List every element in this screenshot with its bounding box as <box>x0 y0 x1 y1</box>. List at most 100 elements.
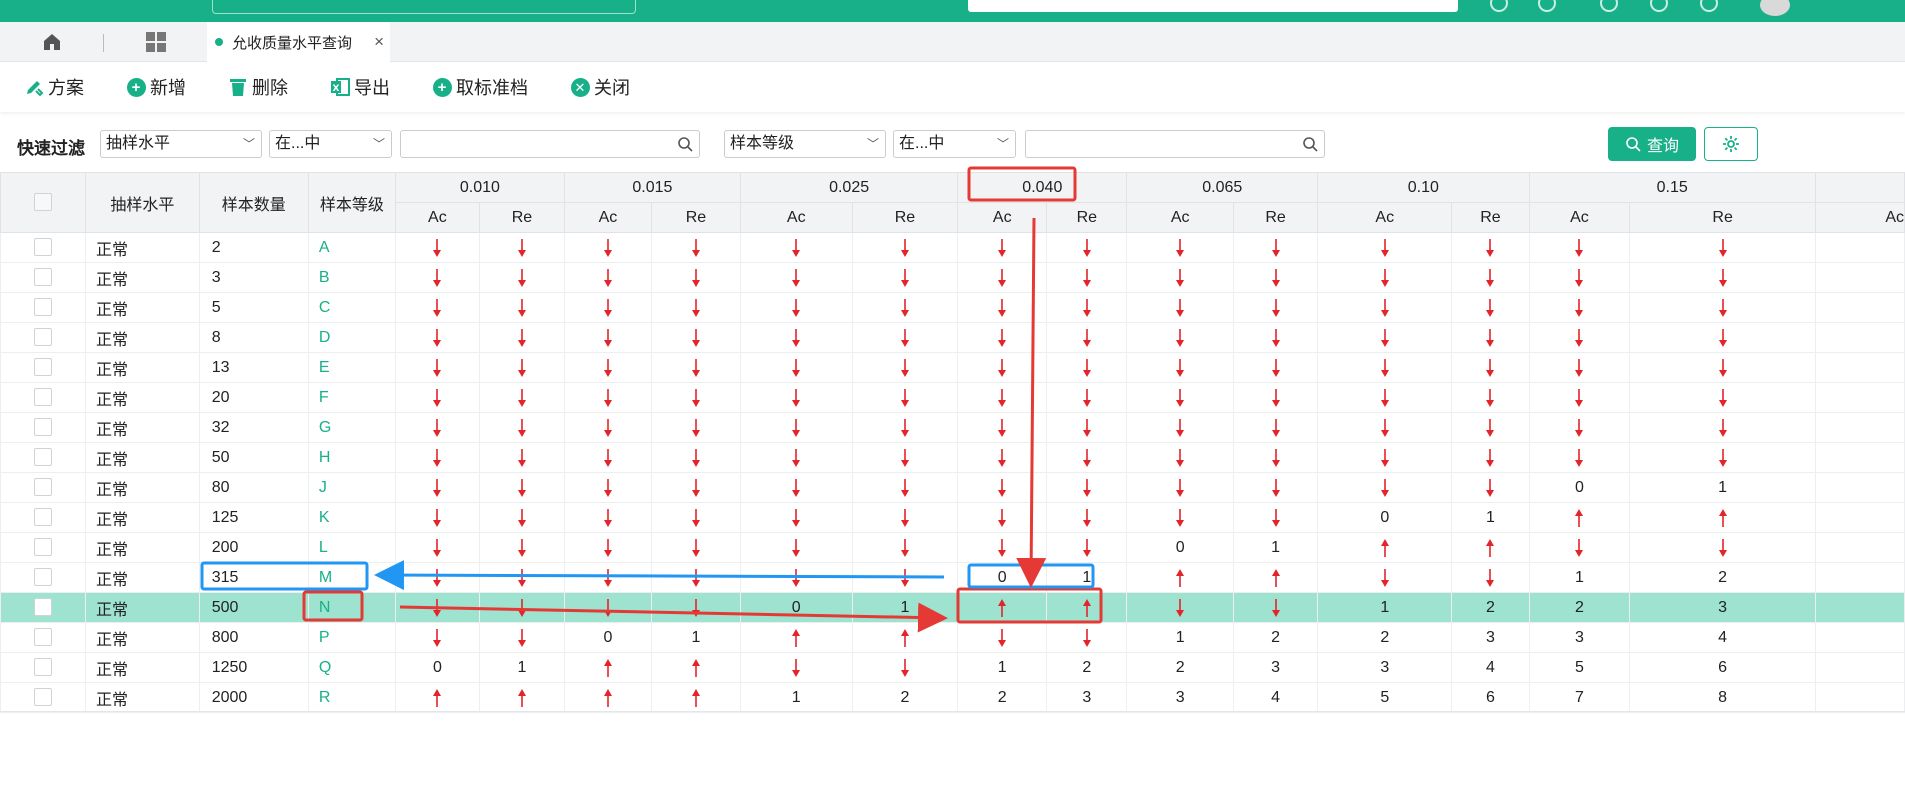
row-checkbox[interactable] <box>34 358 52 377</box>
close-button[interactable]: ✕ 关闭 <box>570 74 630 100</box>
header-sample-code[interactable]: 样本等级 <box>307 172 396 233</box>
header-aql-0.010[interactable]: 0.010 <box>394 172 565 203</box>
header-title-box[interactable] <box>212 0 636 14</box>
header-ac[interactable]: Ac <box>394 202 480 233</box>
table-row[interactable]: 正常 315 M 0 1 1 2 <box>0 562 1905 593</box>
cell-sample-code[interactable]: Q <box>307 652 396 683</box>
header-ac[interactable]: Ac <box>957 202 1048 233</box>
header-aql-0.10[interactable]: 0.10 <box>1317 172 1530 203</box>
row-checkbox[interactable] <box>34 328 52 347</box>
cell-sample-code[interactable]: D <box>307 322 396 353</box>
row-checkbox[interactable] <box>34 268 52 287</box>
cell-sample-code[interactable]: P <box>307 622 396 653</box>
header-icon[interactable] <box>1538 0 1556 12</box>
tab-apps[interactable] <box>106 22 206 62</box>
header-re[interactable]: Re <box>1451 202 1530 233</box>
row-checkbox[interactable] <box>34 658 52 677</box>
table-row[interactable]: 正常 125 K 0 1 <box>0 502 1905 533</box>
close-tab-icon[interactable]: × <box>374 32 384 52</box>
header-aql-0.015[interactable]: 0.015 <box>563 172 741 203</box>
header-ac[interactable]: Ac <box>1528 202 1631 233</box>
table-row[interactable]: 正常 3 B <box>0 262 1905 293</box>
delete-button[interactable]: 删除 <box>228 74 288 100</box>
header-sampling-level[interactable]: 抽样水平 <box>85 172 200 233</box>
cell-sample-code[interactable]: A <box>307 232 396 263</box>
plan-button[interactable]: 方案 <box>24 74 84 100</box>
table-row[interactable]: 正常 80 J 0 1 <box>0 472 1905 503</box>
export-button[interactable]: X 导出 <box>330 74 390 100</box>
header-ac[interactable]: Ac <box>563 202 652 233</box>
arrow-down-icon <box>517 328 526 347</box>
table-row[interactable]: 正常 5 C <box>0 292 1905 323</box>
header-icon[interactable] <box>1600 0 1618 12</box>
cell-sample-code[interactable]: H <box>307 442 396 473</box>
row-checkbox[interactable] <box>34 448 52 467</box>
header-re[interactable]: Re <box>851 202 959 233</box>
header-re[interactable]: Re <box>1629 202 1816 233</box>
row-checkbox[interactable] <box>34 568 52 587</box>
query-button[interactable]: 查询 <box>1608 127 1696 161</box>
row-checkbox[interactable] <box>34 238 52 257</box>
cell-sample-code[interactable]: E <box>307 352 396 383</box>
filter-field-select-1[interactable]: 抽样水平 ﹀ <box>100 130 262 158</box>
table-row[interactable]: 正常 800 P 0 1 1 2 2 3 3 4 <box>0 622 1905 653</box>
tab-aql-query[interactable]: 允收质量水平查询 × <box>207 22 390 62</box>
row-checkbox[interactable] <box>34 388 52 407</box>
header-re[interactable]: Re <box>1233 202 1319 233</box>
filter-operator-select-2[interactable]: 在...中 ﹀ <box>893 130 1016 158</box>
row-checkbox[interactable] <box>34 478 52 497</box>
header-aql-0.15[interactable]: 0.15 <box>1528 172 1816 203</box>
table-row[interactable]: 正常 1250 Q 0 1 1 2 2 3 3 4 5 6 <box>0 652 1905 683</box>
header-icon[interactable] <box>1700 0 1718 12</box>
header-re[interactable]: Re <box>1046 202 1128 233</box>
cell-sample-code[interactable]: R <box>307 682 396 713</box>
filter-operator-select-1[interactable]: 在...中 ﹀ <box>269 130 392 158</box>
cell-sample-code[interactable]: M <box>307 562 396 593</box>
global-search-input[interactable] <box>968 0 1458 12</box>
row-checkbox[interactable] <box>34 418 52 437</box>
tab-home[interactable] <box>0 22 103 62</box>
table-row[interactable]: 正常 2 A <box>0 232 1905 263</box>
table-row[interactable]: 正常 50 H <box>0 442 1905 473</box>
row-checkbox[interactable] <box>34 298 52 317</box>
cell-sample-code[interactable]: F <box>307 382 396 413</box>
header-ac[interactable]: Ac <box>1126 202 1235 233</box>
header-icon[interactable] <box>1490 0 1508 12</box>
header-aql-0.040[interactable]: 0.040 <box>957 172 1128 203</box>
cell-sample-code[interactable]: G <box>307 412 396 443</box>
cell-sample-code[interactable]: N <box>307 592 396 623</box>
cell-sample-code[interactable]: B <box>307 262 396 293</box>
cell-sample-code[interactable]: L <box>307 532 396 563</box>
settings-button[interactable] <box>1704 127 1758 161</box>
cell-sample-code[interactable]: C <box>307 292 396 323</box>
header-re[interactable]: Re <box>650 202 741 233</box>
avatar[interactable] <box>1760 0 1790 16</box>
table-row[interactable]: 正常 2000 R 1 2 2 3 3 4 5 6 7 8 <box>0 682 1905 713</box>
cancel-archive-button[interactable]: + 取标准档 <box>432 74 528 100</box>
table-row[interactable]: 正常 20 F <box>0 382 1905 413</box>
header-sample-count[interactable]: 样本数量 <box>198 172 309 233</box>
table-row[interactable]: 正常 8 D <box>0 322 1905 353</box>
filter-field-select-2[interactable]: 样本等级 ﹀ <box>724 130 886 158</box>
filter-value-input-1[interactable] <box>400 130 700 158</box>
header-re[interactable]: Re <box>478 202 565 233</box>
cell-sample-code[interactable]: J <box>307 472 396 503</box>
table-row[interactable]: 正常 200 L 0 1 <box>0 532 1905 563</box>
add-button[interactable]: + 新增 <box>126 74 186 100</box>
row-checkbox[interactable] <box>34 688 52 707</box>
header-icon[interactable] <box>1650 0 1668 12</box>
header-ac[interactable]: Ac <box>739 202 853 233</box>
row-checkbox[interactable] <box>34 538 52 557</box>
row-checkbox[interactable] <box>34 508 52 527</box>
header-ac[interactable]: Ac <box>1317 202 1453 233</box>
cell-sample-code[interactable]: K <box>307 502 396 533</box>
header-aql-0.065[interactable]: 0.065 <box>1126 172 1319 203</box>
table-row[interactable]: 正常 13 E <box>0 352 1905 383</box>
table-row[interactable]: 正常 32 G <box>0 412 1905 443</box>
header-aql-0.025[interactable]: 0.025 <box>739 172 959 203</box>
select-all-checkbox[interactable] <box>34 193 52 212</box>
filter-value-input-2[interactable] <box>1025 130 1325 158</box>
table-row[interactable]: 正常 500 N 0 1 1 2 2 3 <box>0 592 1905 623</box>
row-checkbox[interactable] <box>34 628 52 647</box>
row-checkbox[interactable] <box>34 598 52 617</box>
